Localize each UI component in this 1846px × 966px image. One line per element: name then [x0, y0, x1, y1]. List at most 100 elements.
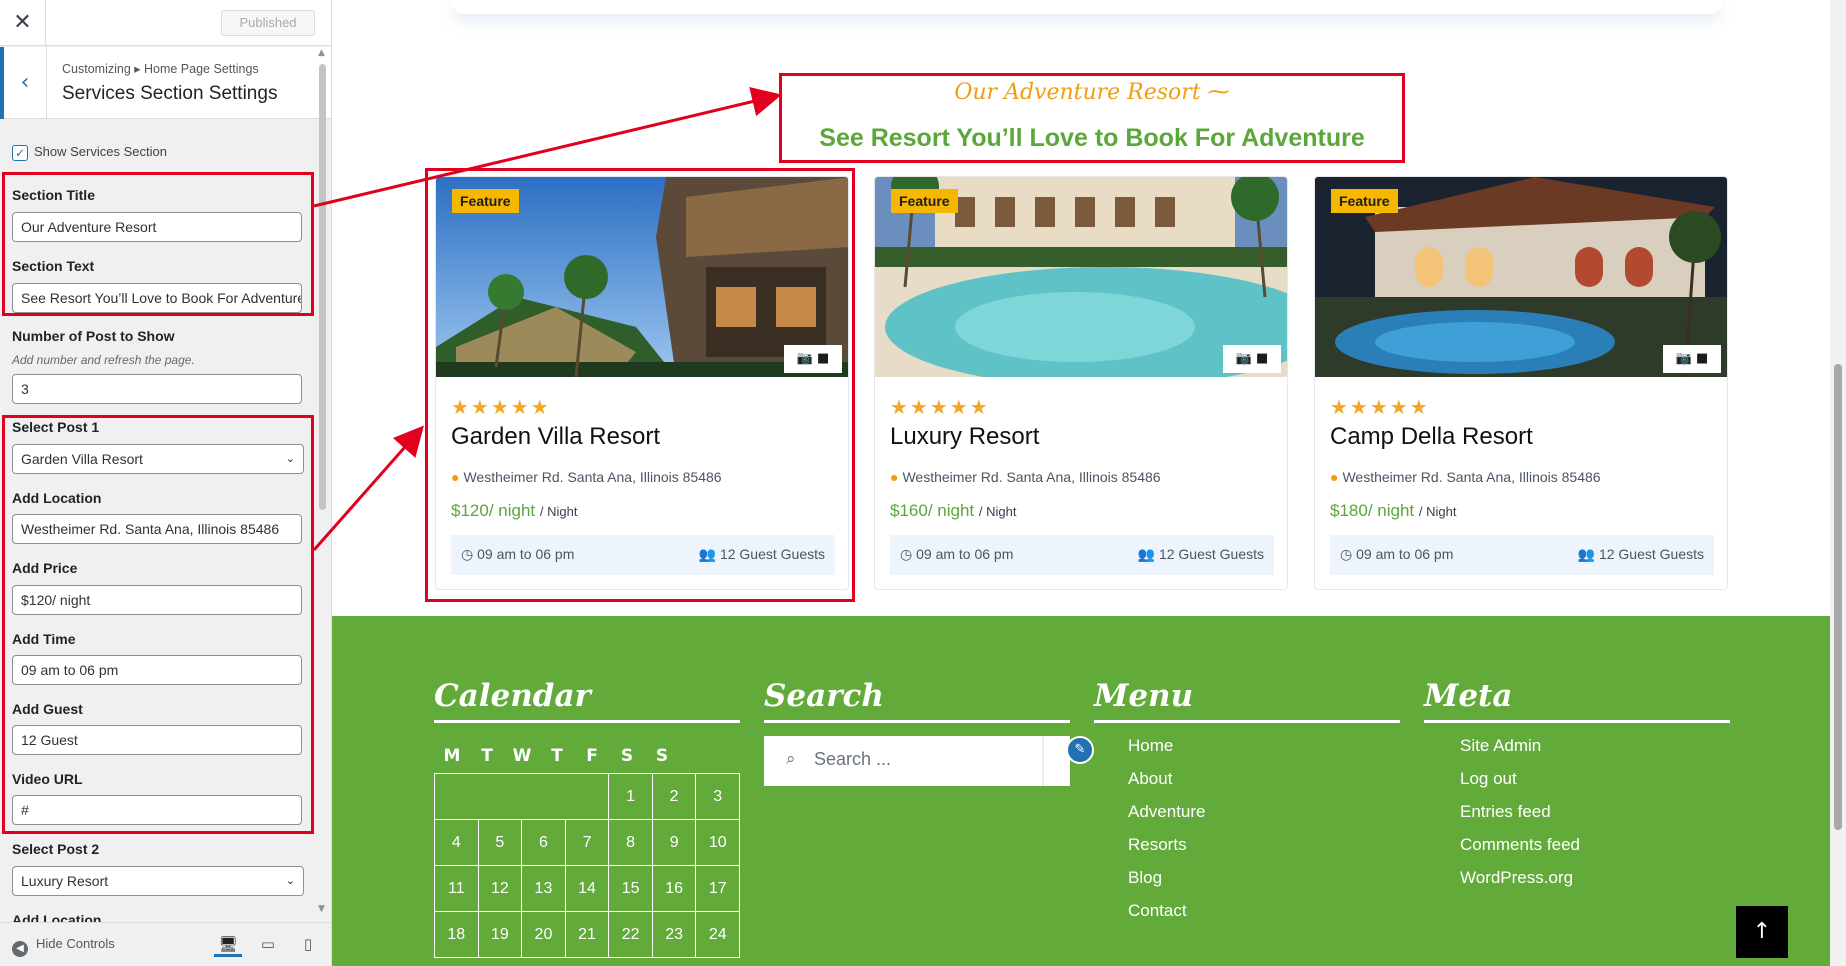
footer-meta-link[interactable]: Comments feed [1460, 835, 1580, 855]
calendar-day: 17 [696, 866, 741, 912]
calendar-day: 20 [522, 912, 566, 958]
resort-location: ● Westheimer Rd. Santa Ana, Illinois 8548… [1330, 469, 1601, 485]
num-posts-label: Number of Post to Show [12, 328, 175, 344]
footer-menu-link[interactable]: Home [1128, 736, 1173, 756]
preview-scroll-thumb[interactable] [1834, 364, 1842, 830]
footer-meta-link[interactable]: Site Admin [1460, 736, 1541, 756]
media-icons[interactable]: 📷 ■ [1223, 345, 1281, 373]
search-form: ⌕ Search ... [764, 736, 1070, 786]
video-icon[interactable]: ■ [1256, 351, 1268, 366]
header-shadow [452, 0, 1722, 14]
select-post2-label: Select Post 2 [12, 841, 100, 857]
highlight-box-post1-fields [2, 415, 314, 834]
footer-meta-link[interactable]: WordPress.org [1460, 868, 1573, 888]
back-to-top-button[interactable]: ↑ [1736, 906, 1788, 958]
resort-guests: 👥 12 Guest Guests [1578, 546, 1704, 563]
section-heading-highlight: Our Adventure Resort ⁓ See Resort You’ll… [779, 73, 1405, 163]
site-preview: Our Adventure Resort ⁓ See Resort You’ll… [332, 0, 1830, 966]
published-button[interactable]: Published [221, 10, 315, 36]
camera-icon[interactable]: 📷 [1676, 351, 1692, 366]
calendar-day: 19 [478, 912, 523, 958]
preview-scrollbar[interactable] [1830, 0, 1846, 966]
clock-icon: ◷ [1340, 546, 1353, 562]
footer-menu-link[interactable]: Resorts [1128, 835, 1187, 855]
customizer-sidebar: ✕ Published ‹ Customizing ▸ Home Page Se… [0, 0, 332, 966]
footer-menu-link[interactable]: Adventure [1128, 802, 1206, 822]
camera-icon[interactable]: 📷 [1236, 351, 1252, 366]
calendar-day: 23 [652, 912, 697, 958]
footer-menu-link[interactable]: Contact [1128, 901, 1187, 921]
media-icons[interactable]: 📷 ■ [1663, 345, 1721, 373]
hide-controls-button[interactable]: ◀ Hide Controls [12, 936, 115, 957]
resort-card[interactable]: Feature 📷 ■ ★★★★★ Camp Della Resort ● Wes… [1314, 176, 1728, 590]
users-icon: 👥 [1577, 546, 1596, 562]
sidebar-scroll-thumb[interactable] [319, 64, 326, 510]
rating-stars: ★★★★★ [890, 395, 990, 419]
search-input[interactable]: Search ... [814, 749, 891, 770]
arrow-up-icon: ↑ [1752, 919, 1772, 944]
calendar-day: 8 [609, 820, 653, 866]
hide-controls-label: Hide Controls [36, 936, 115, 951]
collapse-icon: ◀ [12, 941, 28, 957]
calendar-empty-cell [565, 774, 610, 820]
resort-time: ◷ 09 am to 06 pm [900, 546, 1013, 563]
footer-meta-link[interactable]: Log out [1460, 769, 1517, 789]
sidebar-scrollbar[interactable]: ▲ ▼ [316, 48, 328, 918]
show-services-label: Show Services Section [34, 144, 167, 159]
chevron-down-icon: ⌄ [285, 875, 295, 887]
users-icon: 👥 [1137, 546, 1156, 562]
panel-title: Services Section Settings [62, 83, 278, 104]
resort-title[interactable]: Camp Della Resort [1330, 423, 1533, 451]
map-pin-icon: ● [1330, 469, 1339, 485]
tablet-preview-icon[interactable]: ▭ [254, 931, 282, 957]
calendar-day: 12 [478, 866, 523, 912]
search-title-underline [764, 720, 1070, 723]
calendar-widget-title: Calendar [434, 678, 591, 714]
panel-header: ‹ Customizing ▸ Home Page Settings Servi… [0, 47, 331, 119]
close-icon[interactable]: ✕ [0, 0, 46, 46]
resort-location-text: Westheimer Rd. Santa Ana, Illinois 85486 [902, 469, 1161, 485]
back-arrow-icon[interactable]: ‹ [0, 47, 47, 119]
video-icon[interactable]: ■ [1696, 351, 1708, 366]
feature-badge: Feature [1331, 189, 1398, 213]
resort-time-text: 09 am to 06 pm [916, 546, 1014, 562]
calendar-day: 14 [565, 866, 610, 912]
calendar-day: 11 [435, 866, 479, 912]
resort-image: Feature 📷 ■ [875, 177, 1287, 377]
desktop-preview-icon[interactable]: 🖥 [214, 931, 242, 957]
section-subtitle: Our Adventure Resort ⁓ [954, 80, 1230, 105]
num-posts-input[interactable]: 3 [12, 374, 302, 404]
calendar-day: 3 [696, 774, 740, 820]
show-services-checkbox[interactable]: ✓ [12, 145, 28, 161]
calendar-empty-cell [478, 774, 523, 820]
resort-guests-text: 12 Guest Guests [1158, 546, 1264, 562]
calendar-day: 15 [609, 866, 653, 912]
calendar-empty-cell [522, 774, 566, 820]
calendar-title-underline [434, 720, 740, 723]
resort-price-unit: / Night [1418, 504, 1457, 519]
customizer-topbar: ✕ Published [0, 0, 331, 46]
resort-guests: 👥 12 Guest Guests [1138, 546, 1264, 563]
mobile-preview-icon[interactable]: ▯ [294, 931, 322, 957]
scroll-up-icon[interactable]: ▲ [318, 48, 325, 58]
footer-menu-link[interactable]: About [1128, 769, 1172, 789]
breadcrumb: Customizing ▸ Home Page Settings [62, 62, 259, 76]
footer-meta-link[interactable]: Entries feed [1460, 802, 1551, 822]
footer-menu-link[interactable]: Blog [1128, 868, 1162, 888]
resort-price-unit: / Night [978, 504, 1017, 519]
menu-title-underline [1094, 720, 1400, 723]
resort-price-value: $180/ night [1330, 501, 1415, 520]
select-post2-dropdown[interactable]: Luxury Resort ⌄ [12, 866, 304, 896]
resort-price: $180/ night / Night [1330, 501, 1456, 521]
resort-card[interactable]: Feature 📷 ■ ★★★★★ Luxury Resort ● Westhei… [874, 176, 1288, 590]
resort-title[interactable]: Luxury Resort [890, 423, 1039, 451]
search-widget-title: Search [764, 678, 884, 714]
scroll-down-icon[interactable]: ▼ [318, 904, 325, 914]
edit-shortcut-pencil-icon[interactable]: ✎ [1066, 736, 1094, 764]
calendar-day: 13 [522, 866, 566, 912]
calendar-day: 7 [565, 820, 610, 866]
calendar-day: 16 [652, 866, 697, 912]
search-field[interactable]: ⌕ Search ... [764, 736, 1044, 786]
resort-image: Feature 📷 ■ [1315, 177, 1727, 377]
calendar-week-row: 11 12 13 14 15 16 17 [435, 866, 741, 912]
